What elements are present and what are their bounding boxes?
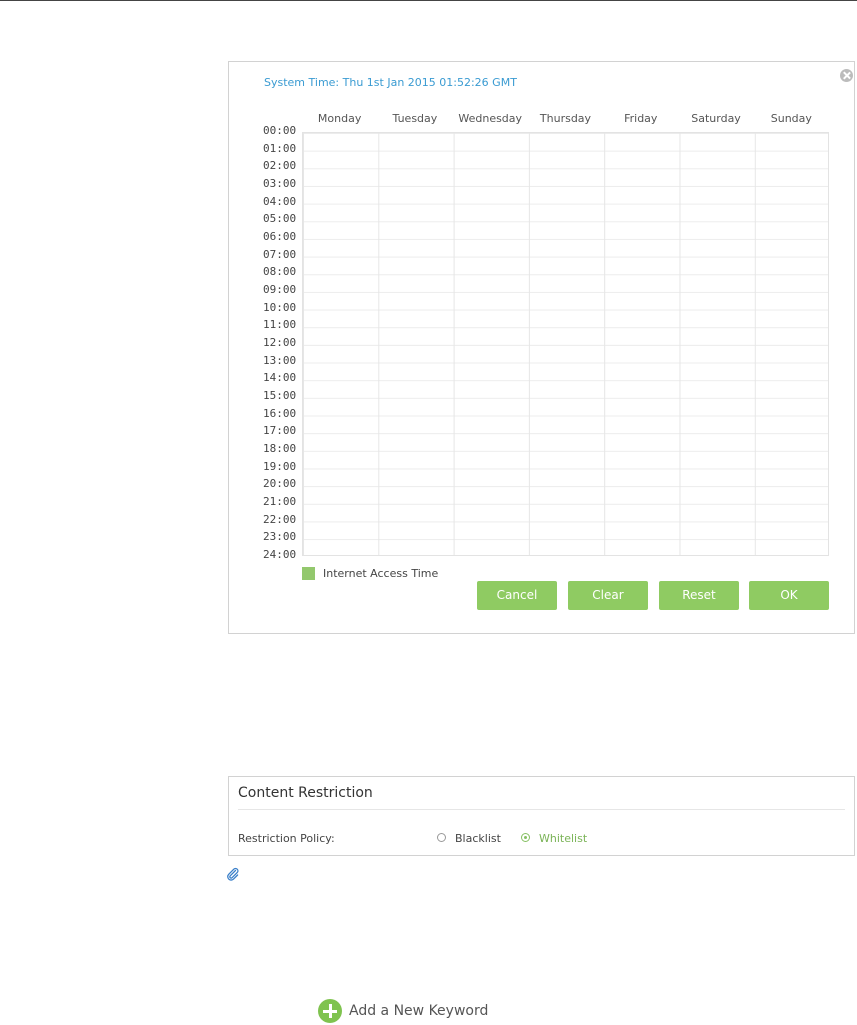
divider	[238, 809, 845, 810]
reset-button[interactable]: Reset	[659, 581, 739, 610]
hour-label: 18:00	[263, 442, 297, 456]
day-friday: Friday	[624, 112, 658, 125]
whitelist-label[interactable]: Whitelist	[539, 832, 587, 845]
blacklist-radio[interactable]	[437, 833, 446, 842]
day-header: Monday Tuesday Wednesday Thursday Friday…	[302, 112, 829, 126]
hour-label: 24:00	[263, 548, 297, 562]
hour-label: 22:00	[263, 512, 297, 526]
legend-label: Internet Access Time	[323, 567, 439, 580]
hour-label: 21:00	[263, 495, 297, 509]
top-border	[0, 0, 857, 1]
day-wednesday: Wednesday	[458, 112, 523, 125]
hour-label: 11:00	[263, 318, 297, 332]
schedule-dialog: System Time: Thu 1st Jan 2015 01:52:26 G…	[228, 61, 855, 634]
system-time: System Time: Thu 1st Jan 2015 01:52:26 G…	[264, 76, 517, 89]
ok-button[interactable]: OK	[749, 581, 829, 610]
hour-label: 05:00	[263, 212, 297, 226]
schedule-grid[interactable]	[302, 132, 829, 556]
hour-label: 08:00	[263, 265, 297, 279]
hour-label: 14:00	[263, 371, 297, 385]
hour-label: 17:00	[263, 424, 297, 438]
close-icon[interactable]	[840, 69, 853, 82]
legend: Internet Access Time	[302, 567, 438, 580]
hour-label: 09:00	[263, 283, 297, 297]
legend-swatch	[302, 567, 315, 580]
clear-button[interactable]: Clear	[568, 581, 648, 610]
restriction-policy-label: Restriction Policy:	[238, 832, 335, 845]
hour-label: 16:00	[263, 406, 297, 420]
hour-label: 23:00	[263, 530, 297, 544]
hour-label: 01:00	[263, 141, 297, 155]
hour-label: 15:00	[263, 389, 297, 403]
paperclip-icon	[227, 867, 239, 881]
hour-label: 20:00	[263, 477, 297, 491]
day-saturday: Saturday	[691, 112, 741, 125]
day-thursday: Thursday	[539, 112, 592, 125]
day-monday: Monday	[317, 112, 362, 125]
blacklist-label[interactable]: Blacklist	[455, 832, 501, 845]
hour-label: 06:00	[263, 230, 297, 244]
hour-label: 19:00	[263, 459, 297, 473]
hour-label: 12:00	[263, 336, 297, 350]
add-keyword-button[interactable]: Add a New Keyword	[318, 999, 488, 1023]
whitelist-radio[interactable]	[521, 833, 530, 842]
day-sunday: Sunday	[770, 112, 812, 125]
add-keyword-label: Add a New Keyword	[349, 1003, 489, 1019]
hour-label: 04:00	[263, 194, 297, 208]
cancel-button[interactable]: Cancel	[477, 581, 557, 610]
hour-label: 10:00	[263, 300, 297, 314]
plus-circle-icon	[318, 999, 342, 1023]
hour-label: 03:00	[263, 177, 297, 190]
hour-label: 02:00	[263, 159, 297, 173]
hour-label: 07:00	[263, 247, 297, 261]
day-tuesday: Tuesday	[392, 112, 438, 125]
hour-label: 13:00	[263, 353, 297, 367]
content-restriction-panel: Content Restriction Restriction Policy: …	[228, 776, 855, 856]
hour-label: 00:00	[263, 124, 297, 137]
panel-title: Content Restriction	[238, 785, 373, 801]
